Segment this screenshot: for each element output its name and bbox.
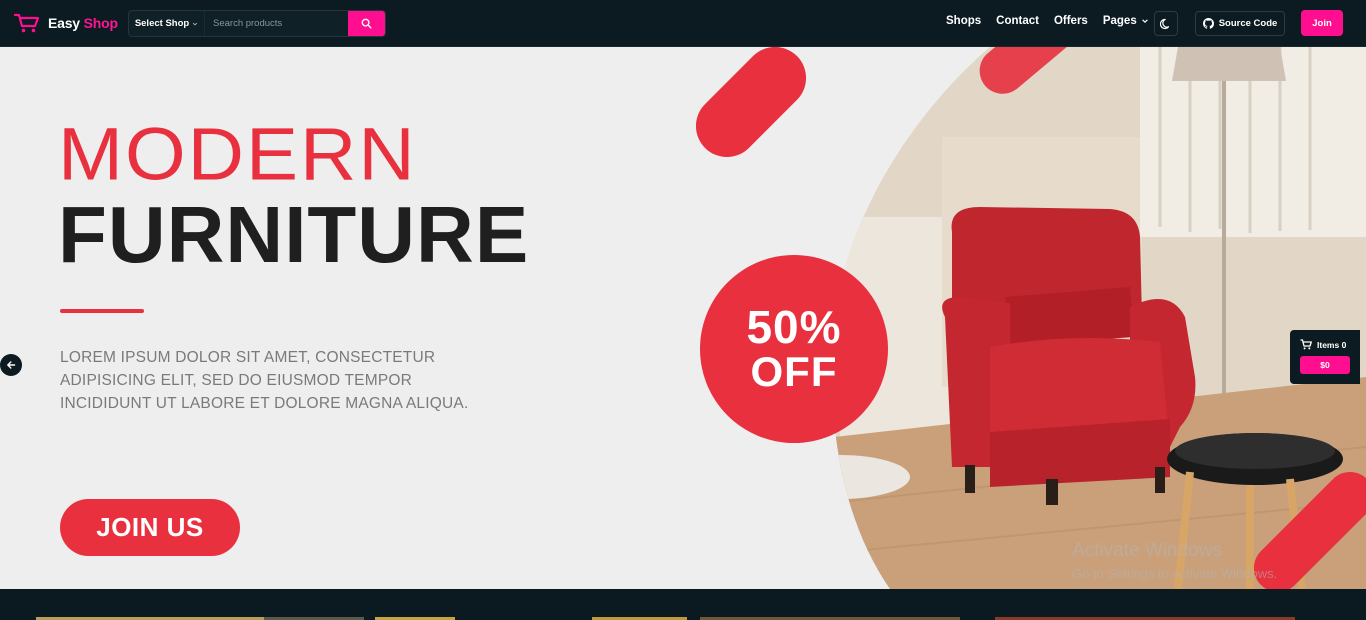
theme-toggle-button[interactable] [1154,11,1178,36]
logo-text: Easy Shop [48,15,118,31]
floating-cart[interactable]: Items 0 $0 [1290,330,1360,384]
moon-icon [1160,18,1170,29]
nav-link-contact[interactable]: Contact [996,15,1039,27]
product-section-preview [0,589,1366,620]
search-icon [361,18,372,29]
activate-windows-title: Activate Windows [1072,540,1222,561]
hero-title-line2: FURNITURE [58,190,530,279]
hero-title-line1: MODERN [58,112,417,196]
chevron-down-icon [193,22,198,25]
discount-badge: 50% OFF [700,255,888,443]
search-group: Select Shop [128,10,386,37]
hero-banner[interactable]: MODERN FURNITURE LOREM IPSUM DOLOR SIT A… [0,47,1366,589]
shopping-cart-icon [1300,339,1312,350]
cart-items: Items 0 [1300,339,1346,350]
source-code-label: Source Code [1218,18,1278,29]
top-navbar: Easy Shop Select Shop Shops Contact Offe… [0,0,1366,47]
hero-divider [60,309,144,313]
logo-text-shop: Shop [83,15,118,31]
discount-off-label: OFF [750,347,838,395]
hero-description: LOREM IPSUM DOLOR SIT AMET, CONSECTETUR … [60,349,469,412]
search-input[interactable] [205,11,348,36]
search-button[interactable] [348,11,385,36]
arrow-left-icon [7,361,16,369]
nav-link-shops[interactable]: Shops [946,15,981,27]
slider-prev-button[interactable] [0,354,22,376]
discount-percent: 50% [746,300,842,353]
join-us-button[interactable]: JOIN US [60,499,240,556]
activate-windows-subtitle: Go to Settings to activate Windows. [1072,566,1278,581]
shop-select-dropdown[interactable]: Select Shop [129,11,205,36]
source-code-button[interactable]: Source Code [1195,11,1285,36]
nav-link-pages[interactable]: Pages [1103,15,1149,27]
github-icon [1202,18,1214,29]
nav-links: Shops Contact Offers Pages [946,15,1164,27]
nav-link-offers[interactable]: Offers [1054,15,1088,27]
logo-text-easy: Easy [48,15,80,31]
chevron-down-icon [1141,19,1148,23]
logo[interactable]: Easy Shop [14,12,118,34]
join-button[interactable]: Join [1301,10,1343,36]
nav-link-pages-label: Pages [1102,15,1137,27]
cart-total: $0 [1300,356,1350,374]
cart-logo-icon [14,13,40,33]
cart-items-label: Items 0 [1317,339,1347,350]
shop-select-label: Select Shop [134,18,190,29]
